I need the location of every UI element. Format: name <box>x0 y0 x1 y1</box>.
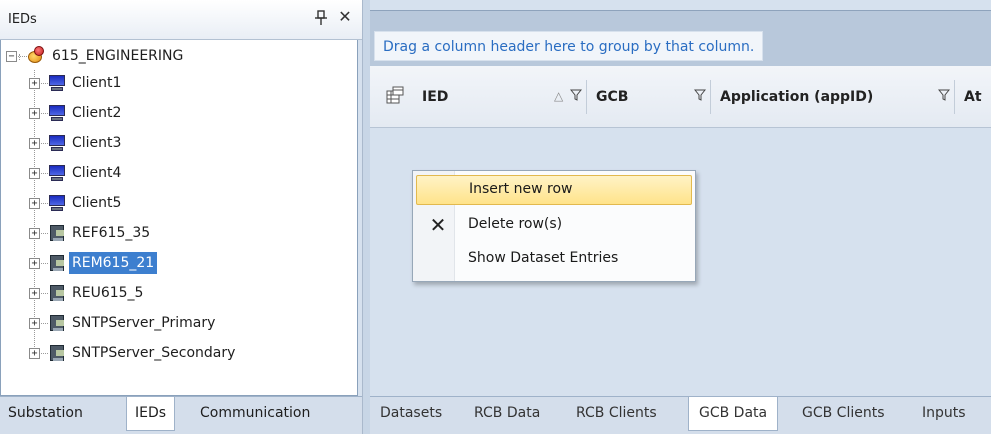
menu-item-insert-new-row[interactable]: Insert new row <box>416 175 692 205</box>
tree-item-sntpserver-primary[interactable]: + SNTPServer_Primary <box>1 312 357 342</box>
menu-item-label: Insert new row <box>469 181 573 197</box>
delete-icon: ✕ <box>429 213 447 237</box>
device-icon <box>48 284 66 302</box>
tree-item-label: Client3 <box>72 135 122 151</box>
monitor-icon <box>48 194 66 212</box>
expand-icon[interactable]: + <box>29 78 40 89</box>
monitor-icon <box>48 134 66 152</box>
device-icon <box>48 344 66 362</box>
ieds-panel: IEDs ✕ − 615_ENGINEERING + Client1 + Cli… <box>0 0 362 434</box>
expand-icon[interactable]: + <box>29 108 40 119</box>
tree-item-client5[interactable]: + Client5 <box>1 192 357 222</box>
left-tab-strip: Substation IEDs Communication <box>0 396 362 434</box>
filter-icon[interactable] <box>937 88 951 102</box>
menu-item-label: Delete row(s) <box>468 216 563 232</box>
column-header-ied[interactable]: IED <box>422 66 448 128</box>
tree-root[interactable]: − 615_ENGINEERING <box>1 44 357 74</box>
tab-rcb-clients[interactable]: RCB Clients <box>576 397 657 431</box>
column-chooser-icon[interactable] <box>386 86 404 104</box>
column-header-at[interactable]: At <box>964 66 982 128</box>
tree-item-label: Client1 <box>72 75 122 91</box>
tree-item-label: Client2 <box>72 105 122 121</box>
monitor-icon <box>48 104 66 122</box>
tree-item-label: REU615_5 <box>72 285 144 301</box>
tab-rcb-data[interactable]: RCB Data <box>474 397 540 431</box>
device-icon <box>48 254 66 272</box>
tree-root-label: 615_ENGINEERING <box>52 48 184 64</box>
tree-item-label: Client5 <box>72 195 122 211</box>
filter-icon[interactable] <box>569 88 583 102</box>
expand-icon[interactable]: + <box>29 348 40 359</box>
panel-header: IEDs ✕ <box>0 0 362 40</box>
expand-icon[interactable]: + <box>29 288 40 299</box>
device-icon <box>48 314 66 332</box>
close-icon[interactable]: ✕ <box>336 8 354 26</box>
expand-icon[interactable]: + <box>29 258 40 269</box>
menu-item-label: Show Dataset Entries <box>468 250 619 266</box>
tree-item-sntpserver-secondary[interactable]: + SNTPServer_Secondary <box>1 342 357 372</box>
tab-inputs[interactable]: Inputs <box>922 397 966 431</box>
tree-item-client4[interactable]: + Client4 <box>1 162 357 192</box>
group-by-hint: Drag a column header here to group by th… <box>374 31 764 61</box>
context-menu: Insert new row ✕ Delete row(s) Show Data… <box>412 170 696 282</box>
expand-icon[interactable]: + <box>29 168 40 179</box>
tree-item-client2[interactable]: + Client2 <box>1 102 357 132</box>
tree-item-reu615-5[interactable]: + REU615_5 <box>1 282 357 312</box>
expand-icon[interactable]: + <box>29 228 40 239</box>
tree-item-label: SNTPServer_Primary <box>72 315 216 331</box>
column-header-application[interactable]: Application (appID) <box>720 66 873 128</box>
monitor-icon <box>48 74 66 92</box>
collapse-icon[interactable]: − <box>6 51 17 62</box>
sort-ascending-icon: △ <box>554 89 564 103</box>
tree-item-label: SNTPServer_Secondary <box>72 345 236 361</box>
column-header-gcb[interactable]: GCB <box>596 66 628 128</box>
tab-substation[interactable]: Substation <box>0 397 91 431</box>
group-by-area[interactable]: Drag a column header here to group by th… <box>370 10 991 66</box>
tree-item-client3[interactable]: + Client3 <box>1 132 357 162</box>
engineering-icon <box>27 46 45 64</box>
tree-item-label: REF615_35 <box>72 225 151 241</box>
tab-datasets[interactable]: Datasets <box>380 397 442 431</box>
tree-item-label-selected: REM615_21 <box>69 252 158 274</box>
tree-item-client1[interactable]: + Client1 <box>1 72 357 102</box>
menu-item-show-dataset-entries[interactable]: Show Dataset Entries <box>416 245 692 275</box>
filter-icon[interactable] <box>693 88 707 102</box>
device-icon <box>48 224 66 242</box>
expand-icon[interactable]: + <box>29 138 40 149</box>
grid-header: IED △ GCB Application (appID) At <box>370 66 991 128</box>
tree-item-ref615-35[interactable]: + REF615_35 <box>1 222 357 252</box>
tab-gcb-data[interactable]: GCB Data <box>688 397 779 431</box>
expand-icon[interactable]: + <box>29 318 40 329</box>
tree-item-label: Client4 <box>72 165 122 181</box>
menu-item-delete-rows[interactable]: ✕ Delete row(s) <box>416 211 692 241</box>
tab-ieds[interactable]: IEDs <box>126 397 176 431</box>
ied-tree: − 615_ENGINEERING + Client1 + Client2 + … <box>0 40 358 396</box>
tree-item-rem615-21[interactable]: + REM615_21 <box>1 252 357 282</box>
tab-communication[interactable]: Communication <box>192 397 318 431</box>
pin-icon[interactable] <box>314 10 328 26</box>
expand-icon[interactable]: + <box>29 198 40 209</box>
tab-gcb-clients[interactable]: GCB Clients <box>802 397 885 431</box>
right-tab-strip: Datasets RCB Data RCB Clients GCB Data G… <box>370 396 991 434</box>
panel-title: IEDs <box>8 12 37 27</box>
panel-splitter[interactable] <box>362 0 370 434</box>
monitor-icon <box>48 164 66 182</box>
